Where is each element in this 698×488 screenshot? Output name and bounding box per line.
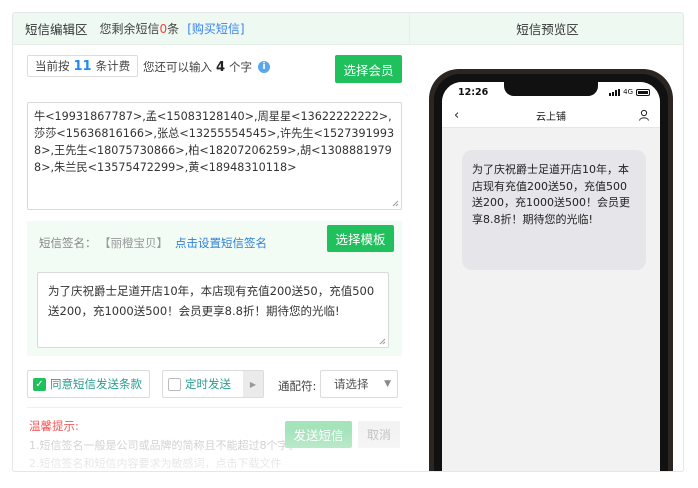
phone-bezel: 12:26 4G ‹ 云上铺 为了庆祝爵士足道开店10年，本店现有充值200送5… — [434, 74, 668, 471]
scheduled-send-label: 定时发送 — [185, 377, 231, 391]
input-remaining-suffix: 个字 — [229, 60, 253, 74]
remaining-sms: 您剩余短信0条 — [100, 20, 180, 37]
agree-terms-checkbox[interactable]: ✓ 同意短信发送条款 — [27, 370, 150, 398]
billing-prefix: 当前按 — [35, 59, 70, 73]
buy-sms-link[interactable]: [购买短信] — [187, 20, 244, 37]
scheduled-send-checkbox[interactable]: 定时发送 ▶ — [162, 370, 264, 398]
select-template-button[interactable]: 选择模板 — [327, 225, 394, 252]
signature-name: 【丽橙宝贝】 — [99, 236, 168, 250]
editor-area: 当前按 11 条计费 您还可以输入 4 个字 i 选择会员 牛<19931867787>… — [13, 45, 409, 471]
back-chevron-icon[interactable]: ‹ — [454, 108, 459, 123]
network-type: 4G — [623, 88, 633, 96]
wildcard-select[interactable]: 请选择 ▼ — [320, 370, 398, 398]
tips-line-2: 2.短信签名和短信内容要求为敏感词，点击下载文件 — [29, 457, 282, 470]
input-remaining: 您还可以输入 4 个字 i — [143, 59, 271, 75]
editor-title: 短信编辑区 — [25, 22, 88, 37]
phone-notch — [504, 82, 598, 96]
sms-editor-panel: 短信编辑区 您剩余短信0条 [购买短信] 短信预览区 当前按 11 条计费 您还可以… — [12, 12, 684, 472]
preview-header: 短信预览区 — [409, 13, 683, 45]
input-remaining-prefix: 您还可以输入 — [143, 60, 212, 74]
phone-screen: 12:26 4G ‹ 云上铺 为了庆祝爵士足道开店10年，本店现有充值200送5… — [442, 82, 660, 471]
recipients-text: 牛<19931867787>,孟<15083128140>,周星星<136222… — [34, 110, 395, 174]
recipients-textarea[interactable]: 牛<19931867787>,孟<15083128140>,周星星<136222… — [27, 102, 402, 210]
status-time: 12:26 — [458, 87, 489, 98]
info-icon[interactable]: i — [258, 61, 271, 73]
editor-header: 短信编辑区 您剩余短信0条 [购买短信] — [13, 13, 409, 45]
message-bubble: 为了庆祝爵士足道开店10年，本店现有充值200送50，充值500送200，充10… — [462, 150, 646, 270]
unchecked-box-icon — [168, 377, 181, 391]
send-sms-button[interactable]: 发送短信 — [285, 421, 352, 448]
signal-icon — [609, 88, 621, 96]
agree-terms-label: 同意短信发送条款 — [50, 377, 142, 391]
divider — [27, 407, 402, 408]
remaining-prefix: 您剩余短信 — [99, 22, 160, 36]
billing-count: 11 — [73, 58, 92, 74]
status-icons: 4G — [609, 88, 650, 96]
cancel-button[interactable]: 取消 — [358, 421, 400, 448]
tips-line-1: 1.短信签名一般是公司或品牌的简称且不能超过8个字。 — [29, 439, 300, 452]
message-text: 为了庆祝爵士足道开店10年，本店现有充值200送50，充值500送200，充10… — [48, 284, 375, 318]
wildcard-label: 通配符: — [278, 379, 317, 393]
checkmark-icon: ✓ — [33, 377, 46, 391]
phone-preview: 12:26 4G ‹ 云上铺 为了庆祝爵士足道开店10年，本店现有充值200送5… — [429, 69, 673, 471]
bubble-text: 为了庆祝爵士足道开店10年，本店现有充值200送50，充值500送200，充10… — [472, 163, 630, 226]
battery-icon — [636, 88, 650, 96]
person-icon[interactable] — [638, 109, 650, 121]
tips-title: 温馨提示: — [29, 419, 79, 433]
select-member-button[interactable]: 选择会员 — [335, 55, 402, 83]
remaining-suffix: 条 — [167, 22, 180, 36]
message-content-textarea[interactable]: 为了庆祝爵士足道开店10年，本店现有充值200送50，充值500送200，充10… — [37, 272, 389, 348]
signature-label: 短信签名： — [39, 236, 97, 250]
billing-suffix: 条计费 — [95, 59, 131, 73]
preview-title: 短信预览区 — [516, 22, 579, 37]
resize-handle-icon[interactable] — [391, 199, 399, 207]
billing-count-badge: 当前按 11 条计费 — [27, 55, 139, 77]
play-arrow-icon[interactable]: ▶ — [243, 371, 263, 397]
resize-handle-icon[interactable] — [378, 337, 386, 345]
wildcard-value: 请选择 — [334, 377, 369, 391]
chevron-down-icon: ▼ — [384, 379, 391, 389]
set-signature-link[interactable]: 点击设置短信签名 — [175, 235, 267, 251]
status-bar: 12:26 4G — [442, 82, 660, 104]
input-remaining-count: 4 — [216, 59, 226, 75]
chat-nav-bar: ‹ 云上铺 — [442, 104, 660, 128]
contact-name: 云上铺 — [536, 112, 566, 123]
